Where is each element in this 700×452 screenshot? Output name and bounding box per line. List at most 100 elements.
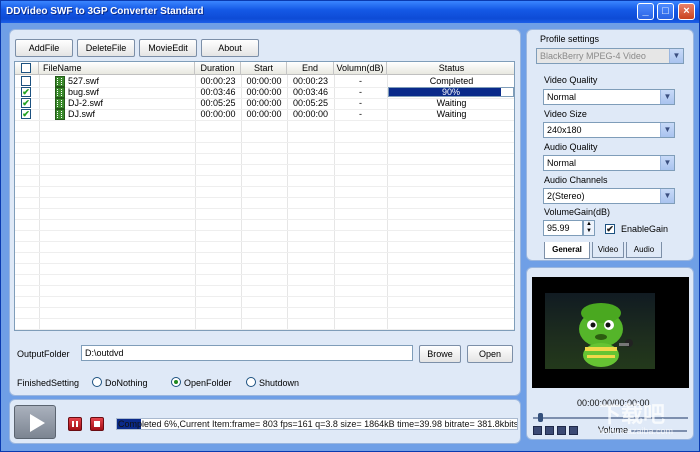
spin-up-icon[interactable]: ▲ <box>584 221 594 228</box>
settings-tabs: General Video Audio <box>544 242 684 259</box>
column-duration[interactable]: Duration <box>195 62 241 75</box>
radio-shutdown[interactable] <box>246 377 256 387</box>
row-filename: bug.swf <box>68 87 100 97</box>
enable-gain-checkbox[interactable]: ✔ <box>605 224 615 234</box>
grid-line <box>15 285 514 286</box>
conversion-panel: Completed 6%,Current Item:frame= 803 fps… <box>9 399 521 444</box>
do-nothing-label[interactable]: DoNothing <box>105 378 148 388</box>
volume-gain-input[interactable]: 95.99 <box>543 220 583 236</box>
chevron-down-icon: ▼ <box>660 123 674 137</box>
shutdown-label[interactable]: Shutdown <box>259 378 299 388</box>
grid-line <box>15 131 514 132</box>
grid-line <box>15 307 514 308</box>
mini-stop-button[interactable] <box>557 426 566 435</box>
row-end: 00:00:23 <box>292 76 329 86</box>
row-volume: - <box>359 98 362 108</box>
column-status[interactable]: Status <box>387 62 514 75</box>
row-volume: - <box>359 76 362 86</box>
app-window: DDVideo SWF to 3GP Converter Standard _ … <box>0 0 700 452</box>
audio-quality-select[interactable]: Normal ▼ <box>543 155 675 171</box>
grid-line <box>15 219 514 220</box>
row-checkbox[interactable] <box>21 76 31 86</box>
open-folder-label[interactable]: OpenFolder <box>184 378 232 388</box>
grid-line <box>15 120 514 121</box>
grid-line <box>15 230 514 231</box>
table-row[interactable]: ✔ DJ.swf 00:00:00 00:00:00 00:00:00 - Wa… <box>15 109 514 120</box>
video-size-select[interactable]: 240x180 ▼ <box>543 122 675 138</box>
table-row[interactable]: ✔ bug.swf 00:03:46 00:00:00 00:03:46 - 9… <box>15 87 514 98</box>
video-size-label: Video Size <box>544 109 587 119</box>
profile-select[interactable]: BlackBerry MPEG-4 Video ▼ <box>536 48 684 64</box>
row-start: 00:00:00 <box>246 76 282 86</box>
audio-channels-select[interactable]: 2(Stereo) ▼ <box>543 188 675 204</box>
row-start: 00:00:00 <box>246 98 282 108</box>
watermark-brand: 下载吧 <box>599 403 666 428</box>
spin-down-icon[interactable]: ▼ <box>584 228 594 235</box>
convert-play-icon[interactable] <box>14 405 56 439</box>
grid-line <box>15 241 514 242</box>
row-filename: DJ.swf <box>68 109 95 119</box>
row-checkbox[interactable]: ✔ <box>21 98 31 108</box>
column-end[interactable]: End <box>287 62 334 75</box>
flash-file-icon <box>55 98 65 109</box>
add-file-button[interactable]: AddFile <box>15 39 73 57</box>
flash-file-icon <box>55 76 65 87</box>
conversion-status-text: Completed 6%,Current Item:frame= 803 fps… <box>118 419 518 429</box>
grid-line <box>15 274 514 275</box>
row-status: 90% <box>441 87 460 97</box>
output-folder-input[interactable]: D:\outdvd <box>81 345 413 361</box>
radio-do-nothing[interactable] <box>92 377 102 387</box>
minimize-button[interactable]: _ <box>637 3 654 20</box>
movie-edit-button[interactable]: MovieEdit <box>139 39 197 57</box>
open-button[interactable]: Open <box>467 345 513 363</box>
tab-audio[interactable]: Audio <box>626 242 662 258</box>
row-status: Waiting <box>436 98 467 108</box>
profile-panel: Profile settings BlackBerry MPEG-4 Video… <box>526 29 694 261</box>
mini-pause-button[interactable] <box>545 426 554 435</box>
column-filename[interactable]: FileName <box>39 62 195 75</box>
pause-icon[interactable] <box>68 417 82 431</box>
mini-snapshot-button[interactable] <box>569 426 578 435</box>
select-all-checkbox[interactable] <box>21 63 31 73</box>
browse-button[interactable]: Browe <box>419 345 461 363</box>
finished-setting-label: FinishedSetting <box>17 378 80 388</box>
header-select-all[interactable] <box>15 62 39 75</box>
seek-knob[interactable] <box>537 413 543 422</box>
table-header: FileName Duration Start End Volumn(dB) S… <box>15 62 514 75</box>
row-duration: 00:00:23 <box>200 76 236 86</box>
grid-line <box>15 263 514 264</box>
row-end: 00:00:00 <box>292 109 329 119</box>
row-checkbox[interactable]: ✔ <box>21 87 31 97</box>
grid-line <box>15 142 514 143</box>
profile-settings-label: Profile settings <box>540 34 600 44</box>
file-table[interactable]: FileName Duration Start End Volumn(dB) S… <box>14 61 515 331</box>
cartoon-frame-image <box>579 303 633 367</box>
volume-gain-spinner[interactable]: ▲ ▼ <box>583 220 595 236</box>
mini-play-button[interactable] <box>533 426 542 435</box>
column-volume[interactable]: Volumn(dB) <box>334 62 387 75</box>
table-row[interactable]: ✔ DJ-2.swf 00:05:25 00:00:00 00:05:25 - … <box>15 98 514 109</box>
grid-line <box>15 197 514 198</box>
radio-open-folder[interactable] <box>171 377 181 387</box>
row-checkbox[interactable]: ✔ <box>21 109 31 119</box>
row-volume: - <box>359 87 362 97</box>
row-end: 00:03:46 <box>292 87 329 97</box>
chevron-down-icon: ▼ <box>660 90 674 104</box>
row-end: 00:05:25 <box>292 98 329 108</box>
grid-line <box>15 186 514 187</box>
video-size-value: 240x180 <box>547 125 582 135</box>
close-button[interactable]: × <box>678 3 695 20</box>
stop-icon[interactable] <box>90 417 104 431</box>
chevron-down-icon: ▼ <box>660 156 674 170</box>
grid-line <box>15 208 514 209</box>
tab-general[interactable]: General <box>544 242 590 259</box>
table-row[interactable]: 527.swf 00:00:23 00:00:00 00:00:23 - Com… <box>15 76 514 87</box>
column-start[interactable]: Start <box>241 62 287 75</box>
delete-file-button[interactable]: DeleteFile <box>77 39 135 57</box>
title-bar[interactable]: DDVideo SWF to 3GP Converter Standard _ … <box>1 1 699 23</box>
tab-video[interactable]: Video <box>592 242 624 258</box>
video-quality-select[interactable]: Normal ▼ <box>543 89 675 105</box>
grid-line <box>15 153 514 154</box>
about-button[interactable]: About <box>201 39 259 57</box>
maximize-button[interactable]: □ <box>657 3 674 20</box>
